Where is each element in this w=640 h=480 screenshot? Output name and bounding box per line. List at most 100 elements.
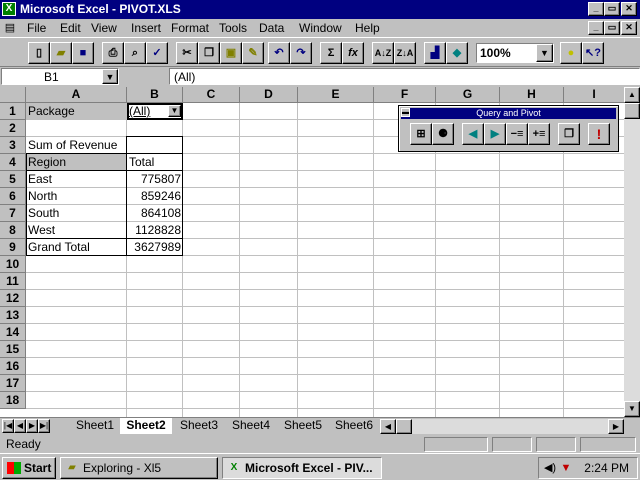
scroll-thumb[interactable]: [624, 103, 640, 119]
vertical-scrollbar[interactable]: ▲ ▼: [624, 87, 640, 417]
doc-close-button[interactable]: ✕: [621, 21, 637, 35]
row-header-5[interactable]: 5: [0, 171, 26, 188]
row-header-2[interactable]: 2: [0, 120, 26, 137]
show-pages-button[interactable]: ❐: [558, 123, 580, 145]
column-header-b[interactable]: B: [127, 87, 183, 103]
cell-b1-active[interactable]: (All) ▼: [127, 103, 183, 120]
cell-b5[interactable]: 775807: [127, 171, 183, 188]
open-button[interactable]: ▰: [50, 42, 72, 64]
tab-sheet6[interactable]: Sheet6: [330, 418, 378, 434]
doc-minimize-button[interactable]: _: [588, 21, 604, 35]
column-header-i[interactable]: I: [564, 87, 625, 103]
copy-button[interactable]: ❐: [198, 42, 220, 64]
column-header-g[interactable]: G: [436, 87, 500, 103]
name-box[interactable]: B1 ▼: [1, 68, 119, 85]
restore-button[interactable]: ▭: [604, 2, 620, 16]
row-header-15[interactable]: 15: [0, 341, 26, 358]
menu-data[interactable]: Data: [259, 21, 284, 35]
row-header-8[interactable]: 8: [0, 222, 26, 239]
menu-help[interactable]: Help: [355, 21, 380, 35]
undo-button[interactable]: ↶: [268, 42, 290, 64]
scroll-right-button[interactable]: ▶: [608, 419, 624, 434]
horizontal-scrollbar[interactable]: ◀ ▶: [380, 419, 624, 434]
column-header-h[interactable]: H: [500, 87, 564, 103]
paste-button[interactable]: ▣: [220, 42, 242, 64]
row-header-10[interactable]: 10: [0, 256, 26, 273]
ungroup-button[interactable]: ◀: [462, 123, 484, 145]
hide-detail-button[interactable]: −≡: [506, 123, 528, 145]
cut-button[interactable]: ✂: [176, 42, 198, 64]
group-button[interactable]: ▶: [484, 123, 506, 145]
row-header-1[interactable]: 1: [0, 103, 26, 120]
row-header-9[interactable]: 9: [0, 239, 26, 256]
taskbar-item-exploring[interactable]: ▰ Exploring - Xl5: [60, 457, 218, 479]
chevron-down-icon[interactable]: ▼: [536, 44, 553, 62]
row-header-3[interactable]: 3: [0, 137, 26, 154]
menu-format[interactable]: Format: [171, 21, 209, 35]
page-field-dropdown[interactable]: ▼: [168, 105, 181, 117]
row-header-16[interactable]: 16: [0, 358, 26, 375]
minimize-button[interactable]: _: [588, 2, 604, 16]
row-header-17[interactable]: 17: [0, 375, 26, 392]
next-sheet-button[interactable]: ▶: [26, 419, 38, 433]
tab-sheet1[interactable]: Sheet1: [70, 418, 120, 434]
zoom-control[interactable]: 100% ▼: [476, 43, 554, 63]
cell-a9[interactable]: Grand Total: [26, 239, 126, 256]
drawing-button[interactable]: ◆: [446, 42, 468, 64]
excel-app-icon[interactable]: X: [2, 2, 16, 16]
menu-tools[interactable]: Tools: [219, 21, 247, 35]
close-icon[interactable]: ▬: [401, 108, 410, 117]
start-button[interactable]: Start: [2, 457, 56, 479]
show-detail-button[interactable]: +≡: [528, 123, 550, 145]
scroll-down-button[interactable]: ▼: [624, 401, 640, 417]
tab-sheet4[interactable]: Sheet4: [226, 418, 276, 434]
tab-sheet2[interactable]: Sheet2: [120, 418, 172, 434]
first-sheet-button[interactable]: |◀: [2, 419, 14, 433]
sort-descending-button[interactable]: Z↓A: [394, 42, 416, 64]
new-workbook-button[interactable]: ▯: [28, 42, 50, 64]
select-all-corner[interactable]: [0, 87, 26, 103]
menu-insert[interactable]: Insert: [131, 21, 161, 35]
column-header-c[interactable]: C: [183, 87, 240, 103]
cell-a1[interactable]: Package: [26, 103, 126, 120]
cell-b9[interactable]: 3627989: [127, 239, 183, 256]
spelling-button[interactable]: ✓: [146, 42, 168, 64]
pivot-wizard-button[interactable]: ⊞: [410, 123, 432, 145]
refresh-data-button[interactable]: !: [588, 123, 610, 145]
chart-wizard-button[interactable]: ▟: [424, 42, 446, 64]
prev-sheet-button[interactable]: ◀: [14, 419, 26, 433]
cell-b8[interactable]: 1128828: [127, 222, 183, 239]
row-header-11[interactable]: 11: [0, 273, 26, 290]
menu-edit[interactable]: Edit: [60, 21, 81, 35]
row-header-12[interactable]: 12: [0, 290, 26, 307]
speaker-icon[interactable]: ◀): [543, 461, 557, 475]
cell-a3[interactable]: Sum of Revenue: [26, 137, 126, 154]
column-header-f[interactable]: F: [374, 87, 436, 103]
pivot-field-button[interactable]: ⚈: [432, 123, 454, 145]
function-wizard-button[interactable]: fx: [342, 42, 364, 64]
autosum-button[interactable]: Σ: [320, 42, 342, 64]
save-button[interactable]: ■: [72, 42, 94, 64]
tab-sheet3[interactable]: Sheet3: [174, 418, 224, 434]
cell-b7[interactable]: 864108: [127, 205, 183, 222]
row-header-14[interactable]: 14: [0, 324, 26, 341]
redo-button[interactable]: ↷: [290, 42, 312, 64]
document-control-icon[interactable]: ▤: [2, 21, 18, 35]
taskbar-item-excel[interactable]: X Microsoft Excel - PIV...: [222, 457, 382, 479]
cell-b6[interactable]: 859246: [127, 188, 183, 205]
column-header-d[interactable]: D: [240, 87, 298, 103]
print-button[interactable]: ⎙: [102, 42, 124, 64]
menu-view[interactable]: View: [91, 21, 117, 35]
clock[interactable]: 2:24 PM: [584, 461, 629, 475]
print-preview-button[interactable]: ⌕: [124, 42, 146, 64]
cell-b4[interactable]: Total: [127, 154, 183, 171]
cell-a6[interactable]: North: [26, 188, 126, 205]
row-header-6[interactable]: 6: [0, 188, 26, 205]
row-header-18[interactable]: 18: [0, 392, 26, 409]
sort-ascending-button[interactable]: A↓Z: [372, 42, 394, 64]
tab-sheet5[interactable]: Sheet5: [278, 418, 328, 434]
cell-a8[interactable]: West: [26, 222, 126, 239]
row-header-4[interactable]: 4: [0, 154, 26, 171]
shield-icon[interactable]: ▼: [559, 461, 573, 475]
menu-file[interactable]: File: [27, 21, 46, 35]
